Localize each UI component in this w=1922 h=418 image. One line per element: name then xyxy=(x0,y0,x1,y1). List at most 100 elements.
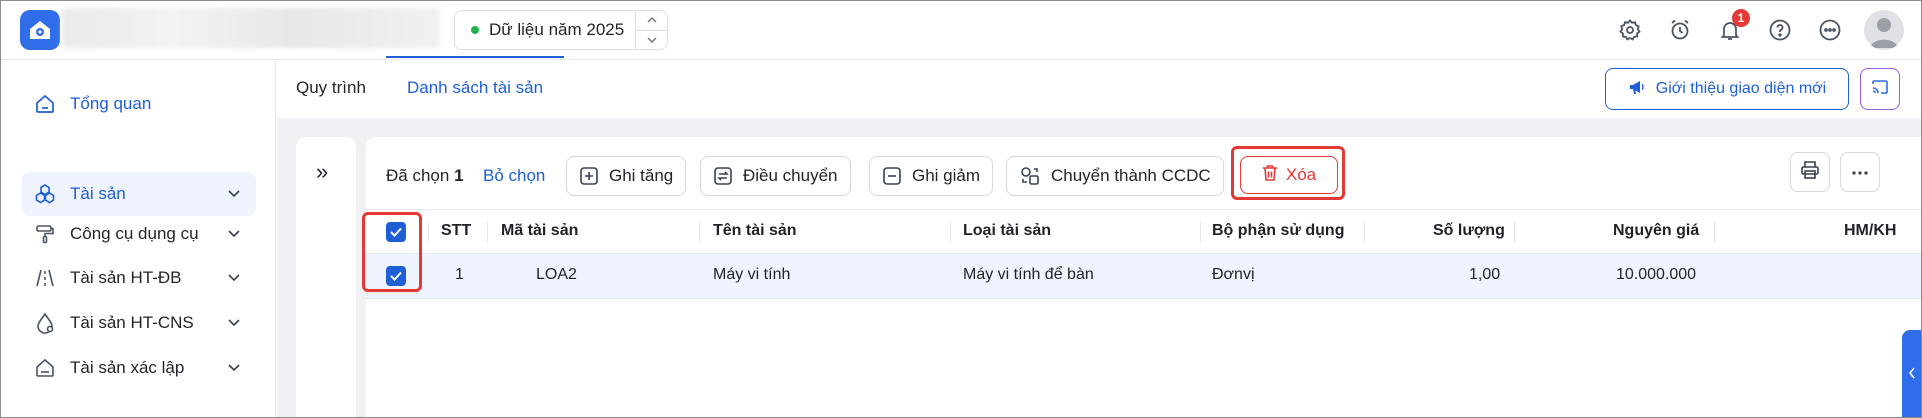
convert-to-tools-button[interactable]: Chuyển thành CCDC xyxy=(1006,156,1224,196)
transfer-arrows-icon xyxy=(713,166,733,186)
notification-badge: 1 xyxy=(1732,9,1750,27)
column-header-original-cost[interactable]: Nguyên giá xyxy=(1613,222,1699,240)
more-actions-button[interactable] xyxy=(1840,152,1880,192)
deselect-link[interactable]: Bỏ chọn xyxy=(483,166,545,186)
convert-shapes-icon xyxy=(1019,165,1041,187)
sidebar-item-established-assets[interactable]: Tài sản xác lập xyxy=(22,346,256,390)
column-divider xyxy=(1200,222,1201,242)
sidebar-item-label: Tài sản HT-CNS xyxy=(70,313,194,332)
sidebar-item-infrastructure-assets[interactable]: Tài sản HT-ĐB xyxy=(22,256,256,300)
column-header-asset-code[interactable]: Mã tài sản xyxy=(501,222,578,240)
road-icon xyxy=(32,265,58,291)
filter-panel-collapsed: » xyxy=(296,137,356,418)
checkbox-highlight-box xyxy=(362,212,422,292)
app-logo[interactable] xyxy=(20,10,60,50)
column-divider xyxy=(428,222,429,242)
sidebar-item-label: Công cụ dụng cụ xyxy=(70,224,199,243)
sidebar-item-overview[interactable]: Tổng quan xyxy=(22,82,256,126)
top-bar: Dữ liệu năm 2025 1 xyxy=(0,0,1922,60)
selected-prefix: Đã chọn xyxy=(386,166,450,185)
intro-button-label: Giới thiệu giao diện mới xyxy=(1655,80,1827,97)
notification-bell-icon[interactable]: 1 xyxy=(1714,9,1750,46)
table-header: STT Mã tài sản Tên tài sản Loại tài sản … xyxy=(366,209,1922,254)
cell-asset-code: LOA2 xyxy=(536,266,577,283)
column-header-stt[interactable]: STT xyxy=(441,222,471,240)
expand-double-chevron-icon[interactable]: » xyxy=(316,159,328,185)
table-row[interactable]: 1 LOA2 Máy vi tính Máy vi tính để bàn Đơ… xyxy=(366,254,1922,299)
transfer-button[interactable]: Điều chuyển xyxy=(700,156,851,196)
delete-label: Xóa xyxy=(1285,165,1317,184)
user-avatar[interactable] xyxy=(1864,10,1904,50)
column-divider xyxy=(1514,222,1515,242)
cell-asset-type: Máy vi tính để bàn xyxy=(963,266,1094,283)
cast-icon xyxy=(1871,79,1889,100)
column-divider xyxy=(1364,222,1365,242)
column-divider xyxy=(950,222,951,242)
cell-department: Đơnvị xyxy=(1212,266,1255,283)
column-header-asset-type[interactable]: Loại tài sản xyxy=(963,222,1051,240)
column-header-asset-name[interactable]: Tên tài sản xyxy=(713,222,797,240)
chevron-left-icon xyxy=(1908,367,1916,382)
chevron-down-icon[interactable] xyxy=(636,29,667,50)
chevron-down-icon xyxy=(228,225,240,243)
cell-original-cost: 10.000.000 xyxy=(1616,266,1697,283)
sidebar-item-label: Tài sản xyxy=(70,184,126,203)
sidebar-item-assets[interactable]: Tài sản xyxy=(22,172,256,216)
chevron-down-icon xyxy=(228,269,240,287)
sidebar: Tổng quan Tài sản Công cụ dụng cụ Tài sả… xyxy=(0,60,276,418)
settings-gear-icon[interactable] xyxy=(1614,14,1646,46)
sidebar-item-tools[interactable]: Công cụ dụng cụ xyxy=(22,212,256,256)
year-stepper[interactable] xyxy=(635,11,667,49)
status-dot xyxy=(471,26,479,34)
printer-icon xyxy=(1800,160,1820,185)
chevron-up-icon[interactable] xyxy=(636,11,667,30)
alarm-clock-icon[interactable] xyxy=(1664,14,1696,46)
decrease-button[interactable]: Ghi giảm xyxy=(869,156,994,196)
paint-roller-icon xyxy=(32,221,58,247)
transfer-label: Điều chuyển xyxy=(743,166,838,185)
table-empty-area xyxy=(366,299,1922,418)
plus-square-icon xyxy=(579,166,599,186)
column-header-quantity[interactable]: Số lượng xyxy=(1433,222,1505,240)
cast-button[interactable] xyxy=(1860,68,1900,110)
cell-asset-name: Máy vi tính xyxy=(713,266,791,283)
ellipsis-icon xyxy=(1850,163,1870,181)
cubes-icon xyxy=(32,181,58,207)
column-header-depreciation[interactable]: HM/KH xyxy=(1844,222,1896,240)
delete-button[interactable]: Xóa xyxy=(1240,156,1338,194)
chevron-down-icon xyxy=(228,359,240,377)
selected-count: 1 xyxy=(454,166,464,185)
help-icon[interactable] xyxy=(1764,14,1796,46)
column-divider xyxy=(699,222,700,242)
selected-count-text: Đã chọn 1 xyxy=(386,166,464,186)
convert-label: Chuyển thành CCDC xyxy=(1051,166,1211,185)
increase-button[interactable]: Ghi tăng xyxy=(566,156,687,196)
house-icon xyxy=(32,355,58,381)
sidebar-item-label: Tài sản xác lập xyxy=(70,358,185,377)
chevron-down-icon xyxy=(228,314,240,332)
active-tab-underline xyxy=(386,56,564,58)
cell-quantity: 1,00 xyxy=(1469,266,1501,283)
cell-stt: 1 xyxy=(455,266,464,283)
chevron-down-icon xyxy=(228,185,240,203)
tab-process[interactable]: Quy trình xyxy=(296,78,366,98)
decrease-label: Ghi giảm xyxy=(912,166,981,185)
home-logo-icon xyxy=(30,21,50,39)
sidebar-item-label: Tài sản HT-ĐB xyxy=(70,268,182,287)
side-drawer-toggle[interactable] xyxy=(1902,330,1922,418)
tab-asset-list[interactable]: Danh sách tài sản xyxy=(407,78,543,98)
column-divider xyxy=(487,222,488,242)
water-drop-icon xyxy=(32,310,58,336)
sidebar-item-label: Tổng quan xyxy=(70,94,152,113)
new-interface-intro-button[interactable]: Giới thiệu giao diện mới xyxy=(1605,68,1849,110)
blurred-organization-name xyxy=(62,8,440,48)
year-selector[interactable]: Dữ liệu năm 2025 xyxy=(454,10,668,50)
column-divider xyxy=(1714,222,1715,242)
column-header-department[interactable]: Bộ phận sử dụng xyxy=(1212,222,1344,240)
more-options-icon[interactable] xyxy=(1814,14,1846,46)
trash-icon xyxy=(1262,164,1278,187)
print-button[interactable] xyxy=(1790,152,1830,192)
sidebar-item-water-assets[interactable]: Tài sản HT-CNS xyxy=(22,301,256,345)
megaphone-icon xyxy=(1628,78,1646,101)
increase-label: Ghi tăng xyxy=(609,166,674,185)
